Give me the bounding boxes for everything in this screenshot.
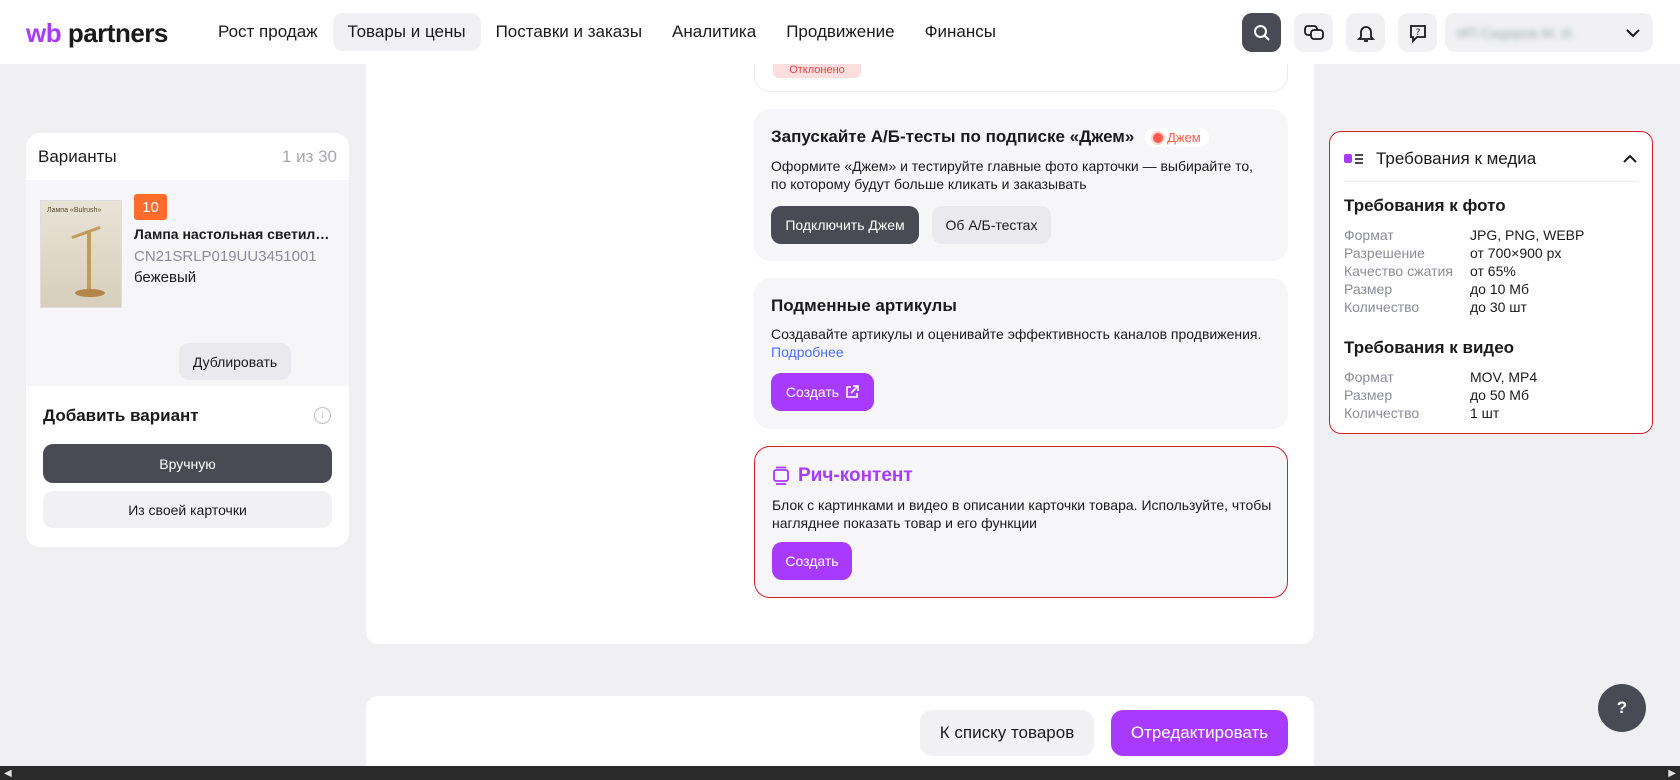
notifications-button[interactable] [1346,13,1385,52]
chevron-down-icon [1626,28,1640,37]
ab-test-card: Запускайте А/Б-тесты по подписке «Джем» … [754,109,1288,261]
help-chat-icon: ? [1409,24,1426,43]
support-button[interactable]: ? [1398,13,1437,52]
add-variant-title: Добавить вариант [43,406,199,425]
rich-content-text: Блок с картинками и видео в описании кар… [772,497,1272,531]
chat-button[interactable] [1294,13,1333,52]
media-requirements-title: Требования к медиа [1376,149,1537,168]
product-color: бежевый [134,269,197,286]
logo[interactable]: wb partners [26,18,168,49]
nav-item-supplies-orders[interactable]: Поставки и заказы [481,13,657,51]
rating-badge: 10 [134,194,167,220]
video-req-row: Формат MOV, MP4 [1344,369,1538,385]
scroll-right-icon[interactable]: ▶ [1668,768,1676,779]
edit-button[interactable]: Отредактировать [1111,710,1288,756]
connect-jam-button[interactable]: Подключить Джем [771,206,919,244]
photo-req-row: Формат JPG, PNG, WEBP [1344,227,1585,243]
svg-text:?: ? [1415,28,1420,38]
search-button[interactable] [1242,13,1281,52]
variants-header: Варианты 1 из 30 [38,147,337,167]
rich-content-icon [773,466,789,485]
variants-panel: Варианты 1 из 30 Лампа «Bulrush» 10 Ламп… [26,133,349,547]
rejected-badge: Отклонено [773,64,861,78]
media-requirements-header[interactable]: Требования к медиа [1344,146,1638,172]
more-link[interactable]: Подробнее [771,344,844,360]
photo-req-row: Качество сжатия от 65% [1344,263,1516,279]
external-link-icon [846,385,859,398]
chevron-up-icon[interactable] [1622,154,1638,164]
media-requirements-panel: Требования к медиа Требования к фото Фор… [1329,131,1653,434]
photo-req-row: Размер до 10 Мб [1344,281,1529,297]
top-header: wb partners Рост продаж Товары и цены По… [0,0,1680,64]
product-name: Лампа настольная светильник [134,226,334,242]
variants-title: Варианты [38,147,117,166]
media-list-icon [1344,154,1363,164]
substitute-text: Создавайте артикулы и оценивайте эффекти… [771,326,1262,360]
back-to-list-button[interactable]: К списку товаров [920,710,1094,756]
user-name: ИП Сидоров М. И. [1457,24,1576,41]
info-icon[interactable]: i [314,407,331,424]
manual-button[interactable]: Вручную [43,444,332,483]
video-req-row: Размер до 50 Мб [1344,387,1529,403]
search-icon [1253,24,1270,41]
rich-content-title: Рич-контент [772,465,913,487]
nav-item-promotion[interactable]: Продвижение [771,13,909,51]
user-menu[interactable]: ИП Сидоров М. И. [1445,13,1653,52]
product-thumbnail[interactable]: Лампа «Bulrush» [40,200,122,308]
nav-item-goods-prices[interactable]: Товары и цены [332,13,481,51]
bell-icon [1356,25,1375,42]
photo-req-row: Разрешение от 700×900 px [1344,245,1562,261]
ab-test-text: Оформите «Джем» и тестируйте главные фот… [771,158,1254,192]
variant-card[interactable]: Лампа «Bulrush» 10 Лампа настольная свет… [26,180,349,386]
duplicate-button[interactable]: Дублировать [179,343,291,380]
about-ab-button[interactable]: Об А/Б-тестах [932,206,1051,244]
jam-dot-icon [1153,132,1164,143]
horizontal-scrollbar[interactable]: ◀ ▶ [0,766,1680,780]
substitute-title: Подменные артикулы [771,296,957,315]
previous-card-fragment: Отклонено [754,64,1288,92]
create-rich-content-button[interactable]: Создать [772,542,852,580]
product-article: CN21SRLP019UU3451001 [134,248,317,265]
video-req-row: Количество 1 шт [1344,405,1500,421]
help-button[interactable]: ? [1598,684,1646,732]
from-own-card-button[interactable]: Из своей карточки [43,491,332,528]
photo-requirements-title: Требования к фото [1344,196,1506,215]
variants-count: 1 из 30 [281,147,337,166]
create-substitute-button[interactable]: Создать [771,373,874,411]
nav-item-finance[interactable]: Финансы [910,13,1011,51]
nav-item-analytics[interactable]: Аналитика [657,13,771,51]
jam-chip: Джем [1145,128,1209,148]
substitute-articles-card: Подменные артикулы Создавайте артикулы и… [754,278,1288,429]
video-requirements-title: Требования к видео [1344,338,1515,357]
photo-req-row: Количество до 30 шт [1344,299,1527,315]
rich-content-card: Рич-контент Блок с картинками и видео в … [754,446,1288,598]
chat-icon [1303,24,1324,40]
main-nav: Рост продаж Товары и цены Поставки и зак… [203,13,1011,51]
nav-item-sales-growth[interactable]: Рост продаж [203,13,333,51]
ab-test-title: Запускайте А/Б-тесты по подписке «Джем» … [771,127,1209,148]
scroll-left-icon[interactable]: ◀ [4,768,12,779]
